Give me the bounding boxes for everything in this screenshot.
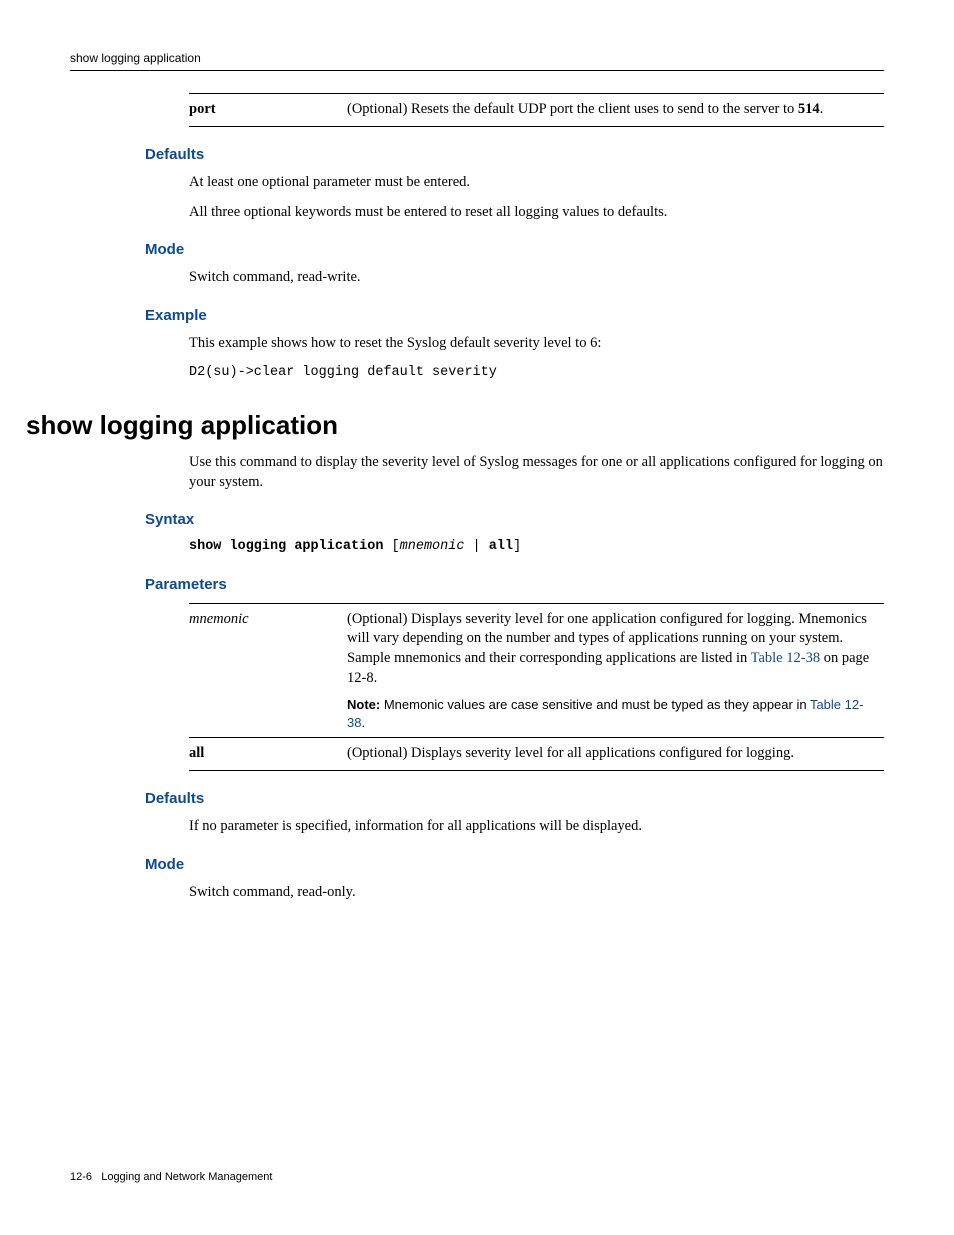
- parameters-table: mnemonic (Optional) Displays severity le…: [189, 603, 884, 771]
- header-title: show logging application: [70, 51, 201, 65]
- page-header: show logging application: [70, 50, 884, 71]
- heading-syntax: Syntax: [145, 510, 884, 530]
- param-key-all: all: [189, 738, 347, 771]
- note-post: .: [361, 715, 365, 730]
- command-title: show logging application: [26, 408, 884, 443]
- table-12-38-link[interactable]: Table 12-38: [751, 650, 820, 666]
- syntax-plain1: [: [383, 539, 399, 554]
- table-row: mnemonic (Optional) Displays severity le…: [189, 603, 884, 737]
- table-row: port (Optional) Resets the default UDP p…: [189, 94, 884, 127]
- syntax-bold1: show logging application: [189, 539, 383, 554]
- command-intro: Use this command to display the severity…: [189, 453, 884, 492]
- param-desc: (Optional) Resets the default UDP port t…: [347, 94, 884, 127]
- note-text: Mnemonic values are case sensitive and m…: [380, 697, 810, 712]
- mode2-text: Switch command, read-only.: [189, 883, 884, 903]
- footer-page: 12-6: [70, 1171, 92, 1183]
- footer-chapter: Logging and Network Management: [101, 1171, 272, 1183]
- syntax-line: show logging application [mnemonic | all…: [189, 538, 884, 556]
- syntax-plain2: |: [464, 539, 488, 554]
- heading-mode-2: Mode: [145, 855, 884, 875]
- defaults1-line1: At least one optional parameter must be …: [189, 173, 884, 193]
- syntax-bold2: all: [489, 539, 513, 554]
- page-footer: 12-6 Logging and Network Management: [70, 1170, 272, 1185]
- desc-post: .: [820, 101, 824, 117]
- heading-defaults-1: Defaults: [145, 145, 884, 165]
- heading-defaults-2: Defaults: [145, 789, 884, 809]
- desc-bold: 514: [798, 101, 820, 117]
- content-area: port (Optional) Resets the default UDP p…: [145, 93, 884, 382]
- mode1-text: Switch command, read-write.: [189, 268, 884, 288]
- defaults1-line2: All three optional keywords must be ente…: [189, 203, 884, 223]
- param-key: port: [189, 94, 347, 127]
- syntax-italic1: mnemonic: [400, 539, 465, 554]
- row1-note: Note: Mnemonic values are case sensitive…: [347, 696, 876, 731]
- example-code: D2(su)->clear logging default severity: [189, 364, 884, 382]
- param-desc-mnemonic: (Optional) Displays severity level for o…: [347, 603, 884, 737]
- content-area-2: Use this command to display the severity…: [145, 453, 884, 902]
- syntax-plain3: ]: [513, 539, 521, 554]
- heading-mode-1: Mode: [145, 240, 884, 260]
- param-table-port: port (Optional) Resets the default UDP p…: [189, 93, 884, 127]
- desc-pre: (Optional) Resets the default UDP port t…: [347, 101, 798, 117]
- defaults2-text: If no parameter is specified, informatio…: [189, 817, 884, 837]
- table-row: all (Optional) Displays severity level f…: [189, 738, 884, 771]
- example-text: This example shows how to reset the Sysl…: [189, 334, 884, 354]
- note-label: Note:: [347, 697, 380, 712]
- param-desc-all: (Optional) Displays severity level for a…: [347, 738, 884, 771]
- heading-example: Example: [145, 306, 884, 326]
- param-key-mnemonic: mnemonic: [189, 603, 347, 737]
- heading-parameters: Parameters: [145, 575, 884, 595]
